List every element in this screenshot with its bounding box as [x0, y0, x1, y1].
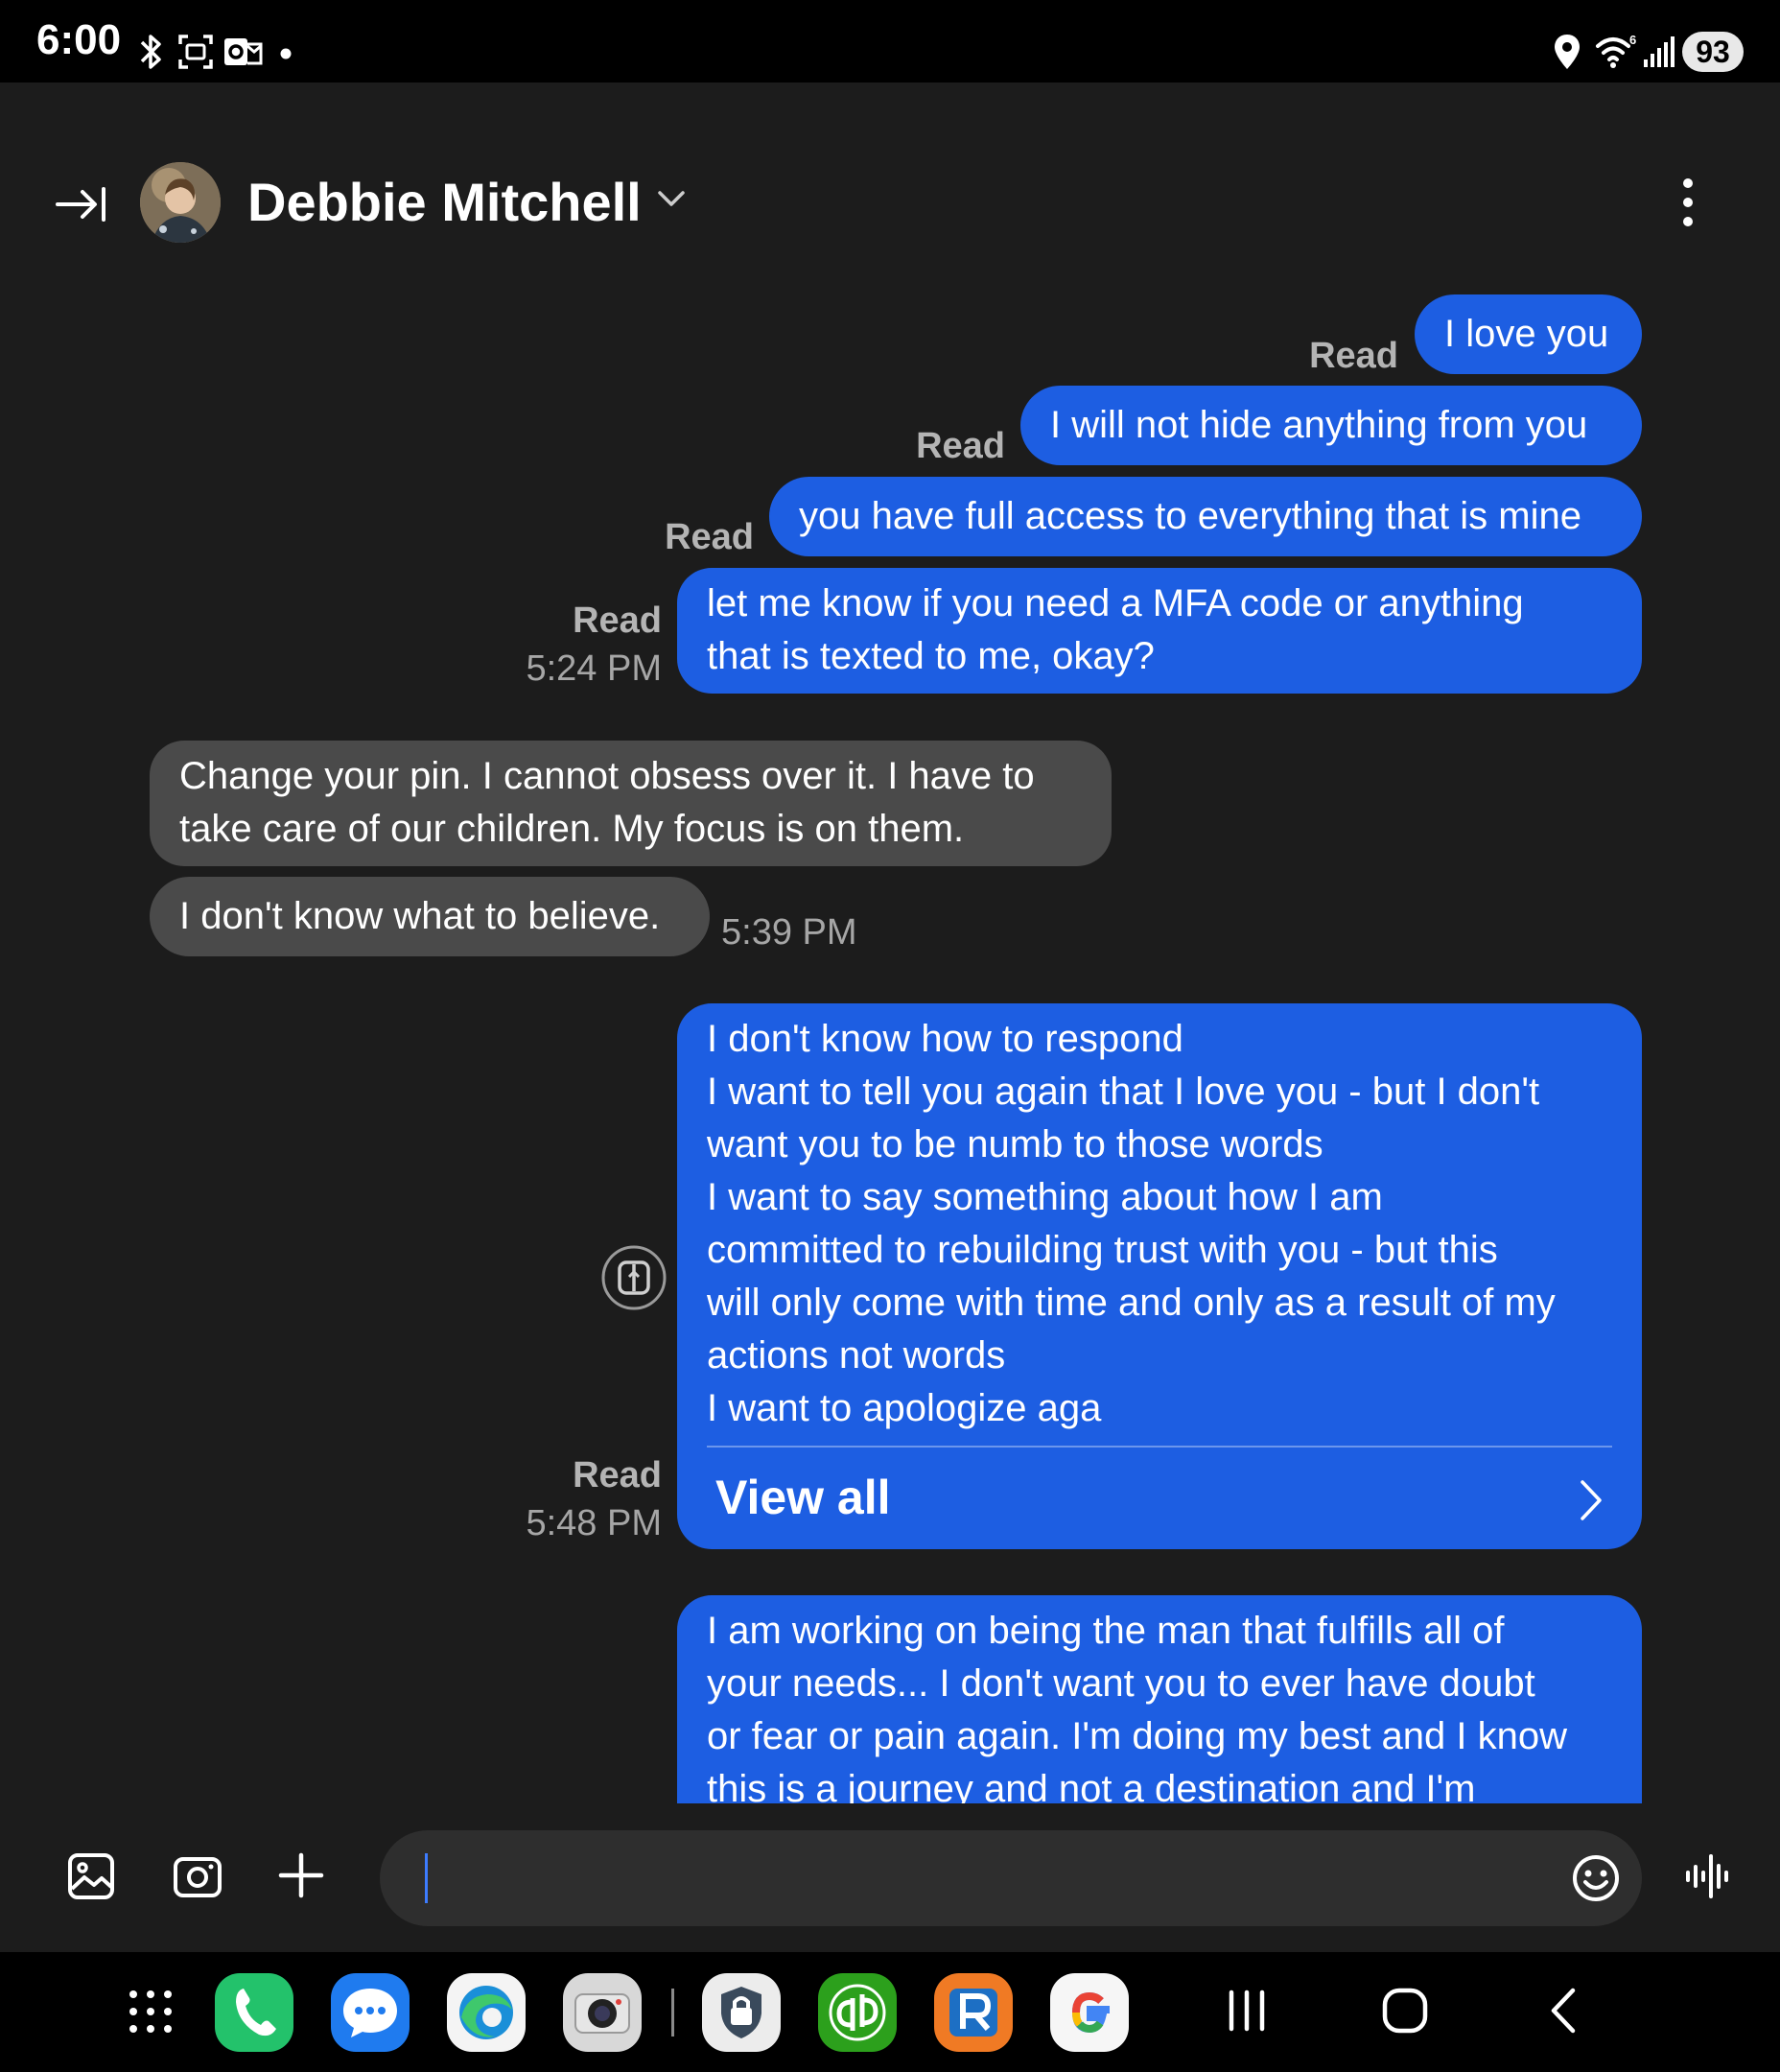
- app-drawer-icon[interactable]: [128, 1989, 174, 2035]
- contact-name[interactable]: Debbie Mitchell: [247, 171, 642, 234]
- home-button[interactable]: [1381, 1987, 1429, 2035]
- message-meta: 5:39 PM: [721, 908, 875, 956]
- chevron-right-icon: [1581, 1480, 1602, 1520]
- camera-icon[interactable]: [173, 1852, 222, 1900]
- message-bubble-sent[interactable]: you have full access to everything that …: [769, 477, 1642, 556]
- google-app-icon[interactable]: [1050, 1973, 1129, 2052]
- message-divider: [707, 1446, 1612, 1448]
- taskbar-divider: [671, 1989, 674, 2037]
- read-status: Read: [916, 426, 1005, 466]
- message-text: I love you: [1444, 313, 1609, 355]
- text-caret: [425, 1853, 428, 1903]
- chevron-down-icon[interactable]: [656, 188, 687, 209]
- message-time: 5:48 PM: [526, 1503, 662, 1543]
- message-text: I am working on being the man that fulfi…: [707, 1610, 1568, 1803]
- message-meta: Read 5:24 PM: [384, 597, 662, 693]
- messages-app-icon[interactable]: [331, 1973, 410, 2052]
- wifi-6-icon: 6: [1596, 33, 1636, 68]
- ai-summary-icon[interactable]: [600, 1244, 668, 1311]
- battery-indicator: 93: [1682, 32, 1744, 72]
- taskbar: [0, 1952, 1780, 2072]
- message-bubble-sent[interactable]: let me know if you need a MFA code or an…: [677, 568, 1642, 694]
- phone-app-icon[interactable]: [215, 1973, 293, 2052]
- emoji-icon[interactable]: [1571, 1853, 1621, 1903]
- message-meta: Read: [1055, 332, 1398, 380]
- message-text: you have full access to everything that …: [799, 495, 1581, 537]
- conversation-header: Debbie Mitchell: [0, 82, 1780, 322]
- message-text: I don't know how to respond I want to te…: [707, 1018, 1556, 1429]
- message-bubble-sent[interactable]: I love you: [1415, 294, 1642, 374]
- view-all-button[interactable]: View all: [677, 1449, 1642, 1545]
- message-time: 5:24 PM: [526, 648, 662, 689]
- read-status: Read: [573, 1455, 662, 1495]
- message-bubble-sent[interactable]: I don't know how to respond I want to te…: [677, 1003, 1642, 1549]
- outlook-icon: [224, 38, 263, 65]
- gallery-icon[interactable]: [67, 1852, 115, 1900]
- read-status: Read: [573, 600, 662, 641]
- plus-icon[interactable]: [278, 1852, 324, 1898]
- message-input[interactable]: [380, 1830, 1642, 1926]
- more-options-icon[interactable]: [1680, 177, 1696, 228]
- status-bar: 6:00 6 93: [0, 0, 1780, 82]
- message-bubble-sent[interactable]: I will not hide anything from you: [1020, 386, 1642, 465]
- message-bubble-received[interactable]: I don't know what to believe.: [150, 877, 710, 956]
- message-text: I will not hide anything from you: [1050, 404, 1588, 446]
- messages-screen: 6:00 6 93 Debbie Mitchell Read I love yo…: [0, 0, 1780, 2072]
- quickbooks-app-icon[interactable]: [818, 1973, 897, 2052]
- message-list[interactable]: Read I love you Read I will not hide any…: [0, 288, 1780, 1803]
- svg-text:6: 6: [1629, 33, 1636, 47]
- voice-recorder-icon[interactable]: [1684, 1852, 1732, 1900]
- read-status: Read: [665, 517, 754, 557]
- message-text: I don't know what to believe.: [179, 895, 661, 937]
- collapse-panel-icon[interactable]: [56, 185, 107, 224]
- edge-browser-icon[interactable]: [447, 1973, 526, 2052]
- message-meta: Read 5:48 PM: [384, 1451, 662, 1547]
- message-text: Change your pin. I cannot obsess over it…: [179, 755, 1035, 850]
- message-bubble-received[interactable]: Change your pin. I cannot obsess over it…: [150, 741, 1112, 866]
- message-text: let me know if you need a MFA code or an…: [707, 582, 1524, 677]
- signal-icon: [1644, 36, 1675, 67]
- bluetooth-icon: [140, 35, 161, 69]
- message-bubble-sent[interactable]: I am working on being the man that fulfi…: [677, 1595, 1642, 1803]
- message-time: 5:39 PM: [721, 912, 857, 953]
- r-app-icon[interactable]: [934, 1973, 1013, 2052]
- contact-avatar[interactable]: [140, 162, 221, 243]
- message-meta: Read: [480, 513, 754, 561]
- location-icon: [1555, 35, 1580, 69]
- view-all-label: View all: [715, 1471, 891, 1524]
- back-button[interactable]: [1546, 1987, 1581, 2035]
- camera-app-icon[interactable]: [563, 1973, 642, 2052]
- recent-apps-button[interactable]: [1226, 1987, 1268, 2035]
- read-status: Read: [1309, 336, 1398, 376]
- security-app-icon[interactable]: [702, 1973, 781, 2052]
- status-time: 6:00: [36, 16, 122, 63]
- screenshot-icon: [178, 35, 213, 69]
- message-meta: Read: [671, 422, 1005, 470]
- notification-dot-icon: [280, 48, 292, 59]
- compose-bar: [0, 1803, 1780, 1952]
